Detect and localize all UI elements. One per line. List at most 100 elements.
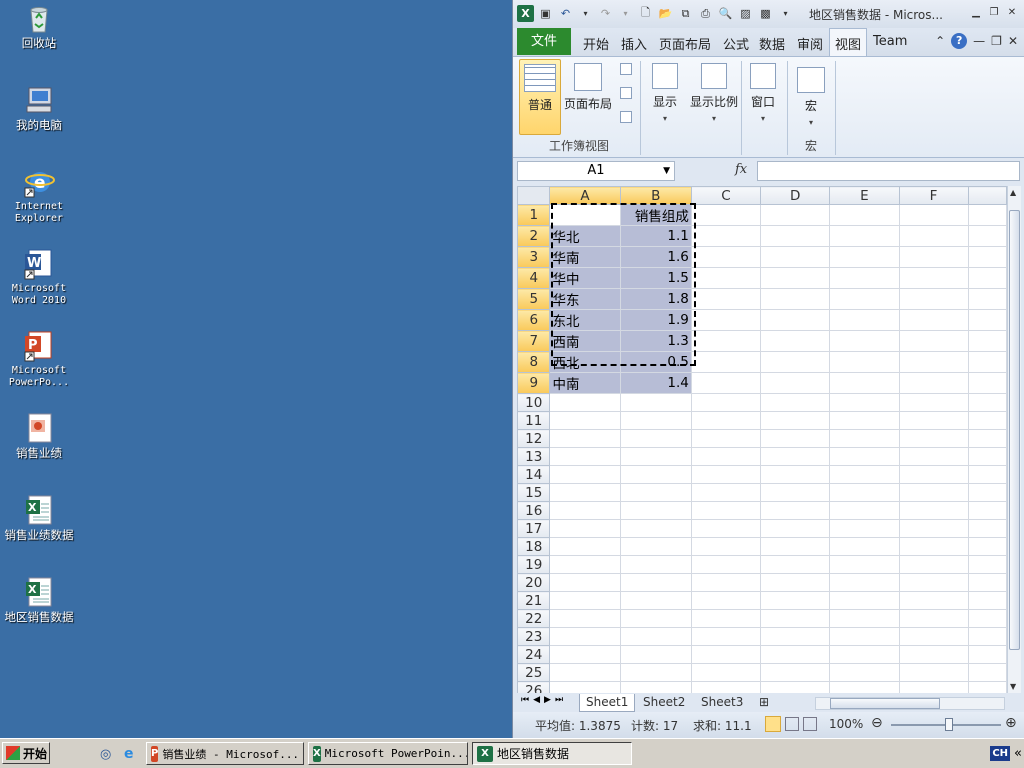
cell-b[interactable]: 1.3	[619, 330, 692, 352]
cell-c[interactable]	[690, 483, 762, 502]
cell-c[interactable]	[690, 591, 762, 610]
cell-b[interactable]	[619, 627, 692, 646]
cell-f[interactable]	[898, 501, 969, 520]
cell-d[interactable]	[760, 483, 831, 502]
cell-a[interactable]	[549, 483, 621, 502]
zoom-out-icon[interactable]: ⊖	[871, 715, 883, 731]
row-header[interactable]: 11	[517, 411, 551, 430]
sheet-tab[interactable]: Sheet3	[695, 694, 749, 712]
tab-insert[interactable]: 插入	[621, 34, 647, 53]
cell-e[interactable]	[829, 351, 900, 373]
cell-e[interactable]	[829, 681, 900, 693]
vertical-scrollbar[interactable]: ▲ ▼	[1007, 186, 1021, 693]
taskbar-button-region-excel[interactable]: X 地区销售数据	[472, 742, 632, 765]
insert-function-icon[interactable]: fx	[735, 162, 747, 177]
row-header[interactable]: 12	[517, 429, 551, 448]
normal-view-status-icon[interactable]	[765, 716, 781, 732]
cell-c[interactable]	[690, 681, 762, 693]
cell-b[interactable]	[619, 645, 692, 664]
cell-e[interactable]	[829, 591, 900, 610]
tab-home[interactable]: 开始	[583, 34, 609, 53]
row-header[interactable]: 5	[517, 288, 551, 310]
cell-a[interactable]: 中南	[549, 372, 621, 394]
undo-dropdown-icon[interactable]: ▾	[577, 5, 594, 22]
print-icon[interactable]: ⎙	[697, 5, 714, 22]
cell-c[interactable]	[690, 555, 762, 574]
cell-g[interactable]	[967, 351, 1007, 373]
cell-b[interactable]	[619, 537, 692, 556]
column-header[interactable]: A	[549, 186, 621, 205]
cell-c[interactable]	[690, 429, 762, 448]
name-box[interactable]: A1 ▼	[517, 161, 675, 181]
cell-d[interactable]	[760, 330, 831, 352]
restore-icon[interactable]: ❐	[986, 5, 1002, 19]
quick-launch-ie-icon[interactable]: e	[124, 746, 134, 762]
cell-c[interactable]	[690, 372, 762, 394]
cell-c[interactable]	[690, 465, 762, 484]
cell-a[interactable]	[549, 429, 621, 448]
cell-a[interactable]	[549, 447, 621, 466]
cell-f[interactable]	[898, 372, 969, 394]
cell-g[interactable]	[967, 681, 1007, 693]
cell-a[interactable]	[549, 537, 621, 556]
cell-c[interactable]	[690, 519, 762, 538]
cell-c[interactable]	[690, 204, 762, 226]
cell-f[interactable]	[898, 645, 969, 664]
cell-c[interactable]	[690, 225, 762, 247]
cell-e[interactable]	[829, 372, 900, 394]
customize-qat-icon[interactable]: ▾	[777, 5, 794, 22]
save-icon[interactable]: ▣	[537, 5, 554, 22]
row-header[interactable]: 3	[517, 246, 551, 268]
cell-e[interactable]	[829, 519, 900, 538]
row-header[interactable]: 18	[517, 537, 551, 556]
cell-a[interactable]	[549, 555, 621, 574]
cell-e[interactable]	[829, 429, 900, 448]
cell-b[interactable]	[619, 393, 692, 412]
quick-launch-desktop-icon[interactable]: ◎	[100, 747, 111, 762]
cell-e[interactable]	[829, 627, 900, 646]
cell-d[interactable]	[760, 411, 831, 430]
cell-g[interactable]	[967, 309, 1007, 331]
sheet-tab[interactable]: Sheet2	[637, 694, 691, 712]
cell-b[interactable]	[619, 591, 692, 610]
cell-d[interactable]	[760, 573, 831, 592]
cell-f[interactable]	[898, 267, 969, 289]
cell-f[interactable]	[898, 663, 969, 682]
print-preview-icon[interactable]: 🔍	[717, 5, 734, 22]
cell-g[interactable]	[967, 393, 1007, 412]
tray-expand-icon[interactable]: «	[1014, 746, 1022, 761]
cell-c[interactable]	[690, 246, 762, 268]
cell-d[interactable]	[760, 645, 831, 664]
formula-input[interactable]	[757, 161, 1020, 181]
cell-c[interactable]	[690, 411, 762, 430]
cell-c[interactable]	[690, 309, 762, 331]
cell-g[interactable]	[967, 465, 1007, 484]
row-header[interactable]: 25	[517, 663, 551, 682]
cell-b[interactable]: 1.5	[619, 267, 692, 289]
row-header[interactable]: 23	[517, 627, 551, 646]
cell-f[interactable]	[898, 309, 969, 331]
row-header[interactable]: 7	[517, 330, 551, 352]
close-icon[interactable]: ✕	[1004, 5, 1020, 19]
cell-b[interactable]	[619, 483, 692, 502]
cell-b[interactable]	[619, 609, 692, 628]
cell-a[interactable]	[549, 627, 621, 646]
cell-d[interactable]	[760, 204, 831, 226]
cell-g[interactable]	[967, 225, 1007, 247]
cell-a[interactable]	[549, 645, 621, 664]
language-indicator[interactable]: CH	[990, 746, 1011, 761]
column-header[interactable]: E	[829, 186, 900, 205]
custom-views-button[interactable]	[617, 87, 635, 103]
cell-g[interactable]	[967, 627, 1007, 646]
cell-f[interactable]	[898, 555, 969, 574]
cell-b[interactable]	[619, 573, 692, 592]
zoom-slider-knob[interactable]	[945, 718, 953, 731]
cell-e[interactable]	[829, 246, 900, 268]
column-header[interactable]: F	[898, 186, 969, 205]
cell-b[interactable]	[619, 681, 692, 693]
show-button[interactable]: 显示 ▾	[647, 59, 683, 135]
cell-a[interactable]	[549, 681, 621, 693]
cell-a[interactable]	[549, 663, 621, 682]
cell-e[interactable]	[829, 330, 900, 352]
cell-g[interactable]	[967, 246, 1007, 268]
